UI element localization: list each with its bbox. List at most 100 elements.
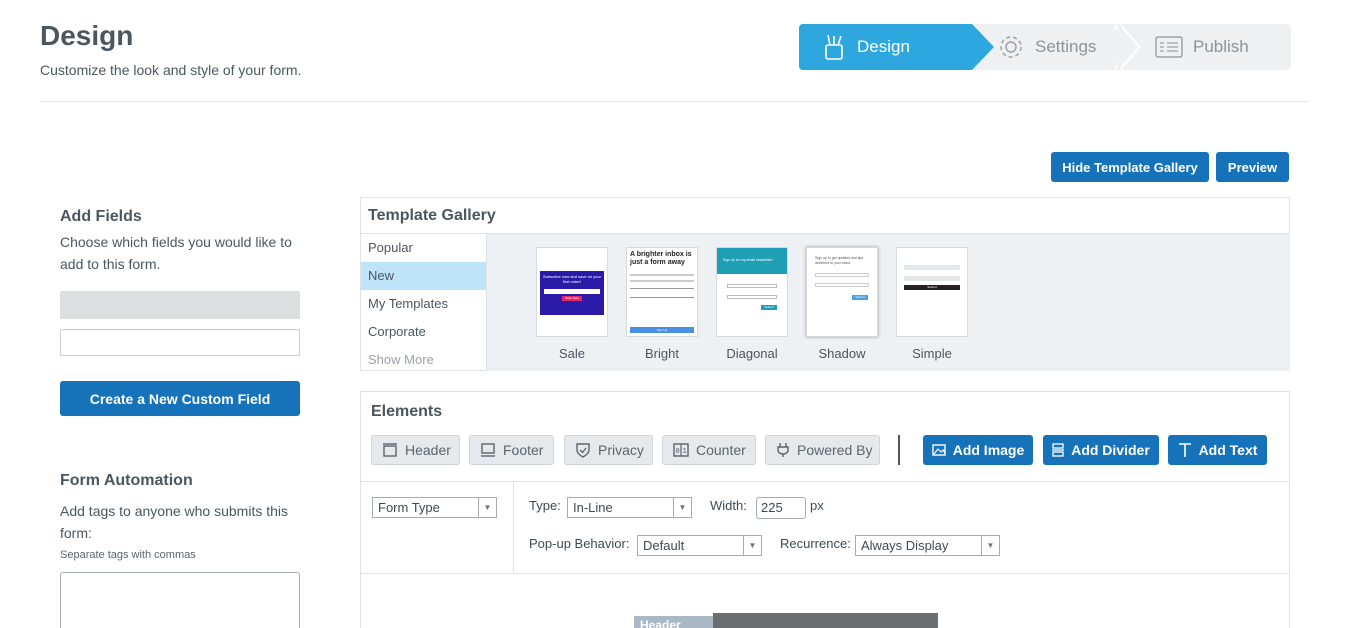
create-custom-field-button[interactable]: Create a New Custom Field bbox=[60, 381, 300, 416]
popup-behavior-label: Pop-up Behavior: bbox=[529, 536, 630, 551]
elements-bottom-divider bbox=[361, 573, 1289, 574]
type-label: Type: bbox=[529, 498, 561, 513]
page-title: Design bbox=[40, 20, 134, 51]
sale-thumb-title: Subscribe now and save on your first ord… bbox=[542, 274, 602, 284]
tags-textarea[interactable] bbox=[60, 572, 300, 628]
popup-behavior-value: Default bbox=[643, 538, 685, 553]
add-divider-button[interactable]: Add Divider bbox=[1043, 435, 1159, 465]
diagonal-thumb-field bbox=[727, 284, 777, 288]
elements-title: Elements bbox=[371, 403, 443, 420]
template-shadow[interactable]: Sign up to get updates and tips delivere… bbox=[806, 247, 878, 337]
template-bright[interactable]: A brighter inbox is just a form away Sig… bbox=[626, 247, 698, 337]
bright-thumb-title: A brighter inbox is just a form away bbox=[630, 251, 692, 266]
page-subtitle: Customize the look and style of your for… bbox=[40, 62, 302, 78]
gear-icon bbox=[1000, 36, 1022, 58]
bright-thumb-field bbox=[630, 297, 694, 298]
diagonal-thumb-banner: Sign up for my email newsletter! bbox=[717, 248, 787, 274]
template-diagonal[interactable]: Sign up for my email newsletter! Submit bbox=[716, 247, 788, 337]
elements-row-divider bbox=[361, 481, 1289, 482]
wizard-stepper: Design Settings Publish bbox=[799, 24, 1291, 70]
step-design-label: Design bbox=[857, 37, 910, 56]
chevron-down-icon: ▼ bbox=[478, 498, 496, 517]
type-value: In-Line bbox=[573, 500, 613, 515]
step-settings[interactable]: Settings bbox=[997, 24, 1127, 70]
diagonal-thumb-field bbox=[727, 295, 777, 299]
template-gallery-title: Template Gallery bbox=[368, 207, 496, 224]
footer-icon bbox=[481, 443, 495, 457]
category-show-more[interactable]: Show More bbox=[361, 346, 486, 374]
field-placeholder-bar bbox=[60, 291, 300, 319]
chevron-down-icon: ▼ bbox=[673, 498, 691, 517]
category-new[interactable]: New bbox=[361, 262, 486, 290]
toggle-powered-by-label: Powered By bbox=[797, 442, 873, 458]
add-divider-label: Add Divider bbox=[1071, 442, 1150, 458]
template-gallery: Template Gallery Popular New My Template… bbox=[360, 197, 1290, 371]
bright-thumb-button: Sign Up bbox=[630, 327, 694, 333]
form-type-select[interactable]: Form Type ▼ bbox=[372, 497, 497, 518]
recurrence-value: Always Display bbox=[861, 538, 949, 553]
toggle-privacy-label: Privacy bbox=[598, 442, 644, 458]
width-input[interactable]: 225 bbox=[756, 497, 806, 519]
category-my-templates[interactable]: My Templates bbox=[361, 290, 486, 318]
counter-icon: 01 bbox=[673, 443, 689, 457]
sale-thumb-panel: Subscribe now and save on your first ord… bbox=[540, 271, 604, 315]
add-fields-description: Choose which fields you would like to ad… bbox=[60, 234, 292, 272]
step-publish[interactable]: Publish bbox=[1155, 24, 1285, 70]
width-unit: px bbox=[810, 498, 824, 513]
plug-icon bbox=[777, 443, 789, 457]
shadow-thumb-field bbox=[815, 283, 869, 287]
template-simple[interactable]: Submit bbox=[896, 247, 968, 337]
hide-template-gallery-button[interactable]: Hide Template Gallery bbox=[1051, 152, 1209, 182]
header-divider bbox=[40, 101, 1308, 102]
template-shadow-label: Shadow bbox=[818, 346, 866, 361]
sale-thumb-button: Save Now bbox=[562, 296, 582, 301]
simple-thumb-button: Submit bbox=[904, 285, 960, 290]
svg-text:1: 1 bbox=[683, 447, 687, 455]
text-icon bbox=[1178, 443, 1191, 457]
step-design[interactable]: Design bbox=[799, 24, 994, 70]
recurrence-select[interactable]: Always Display ▼ bbox=[855, 535, 1000, 556]
form-automation-heading: Form Automation bbox=[60, 472, 193, 489]
template-bright-label: Bright bbox=[645, 346, 679, 361]
divider-icon bbox=[1052, 443, 1065, 457]
toggle-footer[interactable]: Footer bbox=[469, 435, 554, 465]
bright-thumb-field bbox=[630, 288, 694, 289]
form-preview-header[interactable] bbox=[713, 613, 938, 628]
shield-check-icon bbox=[576, 443, 590, 458]
template-sale[interactable]: Subscribe now and save on your first ord… bbox=[536, 247, 608, 337]
preview-button[interactable]: Preview bbox=[1216, 152, 1289, 182]
tags-note: Separate tags with commas bbox=[60, 549, 196, 561]
preview-header-tag[interactable]: Header bbox=[634, 616, 714, 628]
shadow-thumb-title: Sign up to get updates and tips delivere… bbox=[815, 256, 864, 265]
popup-behavior-select[interactable]: Default ▼ bbox=[637, 535, 762, 556]
toggle-powered-by[interactable]: Powered By bbox=[765, 435, 880, 465]
toggle-header[interactable]: Header bbox=[371, 435, 460, 465]
toggle-counter[interactable]: 01 Counter bbox=[662, 435, 756, 465]
template-thumbnails: Subscribe now and save on your first ord… bbox=[486, 233, 1290, 371]
shadow-thumb-field bbox=[815, 273, 869, 277]
type-select[interactable]: In-Line ▼ bbox=[567, 497, 692, 518]
simple-thumb-field bbox=[904, 265, 960, 270]
simple-thumb-field bbox=[904, 276, 960, 281]
toggle-privacy[interactable]: Privacy bbox=[564, 435, 653, 465]
shadow-thumb-button: Submit bbox=[852, 295, 868, 300]
elements-panel: Elements Header Footer Privacy 01 Counte… bbox=[360, 391, 1290, 628]
sale-thumb-input bbox=[544, 289, 600, 294]
field-search-input[interactable] bbox=[60, 329, 300, 356]
add-image-label: Add Image bbox=[952, 442, 1025, 458]
design-tools-icon bbox=[825, 34, 843, 60]
elements-column-divider bbox=[513, 481, 514, 573]
chevron-down-icon: ▼ bbox=[743, 536, 761, 555]
add-text-button[interactable]: Add Text bbox=[1168, 435, 1267, 465]
toggle-header-label: Header bbox=[405, 442, 451, 458]
toggle-counter-label: Counter bbox=[696, 442, 746, 458]
add-fields-heading: Add Fields bbox=[60, 208, 142, 225]
diagonal-thumb-button: Submit bbox=[761, 305, 777, 310]
elements-separator bbox=[898, 435, 900, 465]
add-image-button[interactable]: Add Image bbox=[923, 435, 1033, 465]
template-categories: Popular New My Templates Corporate Show … bbox=[361, 233, 486, 371]
category-popular[interactable]: Popular bbox=[361, 234, 486, 262]
category-corporate[interactable]: Corporate bbox=[361, 318, 486, 346]
svg-text:0: 0 bbox=[676, 447, 680, 455]
chevron-down-icon: ▼ bbox=[981, 536, 999, 555]
